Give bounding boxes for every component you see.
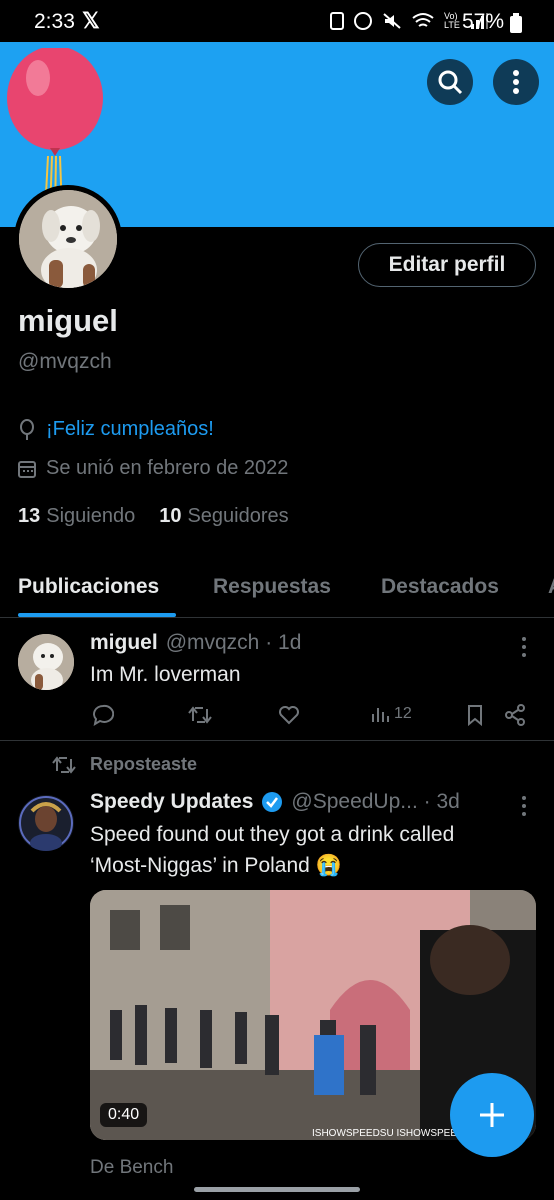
speedy-avatar-image [19, 796, 73, 851]
volte-icon: Vo) LTE [444, 11, 460, 30]
alarm-icon [354, 12, 372, 30]
post-header: miguel @mvqzch · 1d [90, 631, 301, 655]
crying-emoji-icon: 😭 [315, 854, 342, 877]
x-logo-icon: 𝕏 [82, 8, 100, 33]
wifi-icon [412, 13, 434, 27]
post-actions: 12 [90, 703, 530, 727]
followers-link[interactable]: 10 Seguidores [159, 505, 288, 528]
share-icon[interactable] [504, 704, 526, 726]
status-time: 2:33 [34, 10, 75, 33]
post2-text: Speed found out they got a drink called … [90, 819, 530, 881]
post2-author-handle: @SpeedUp... · 3d [291, 790, 460, 813]
more-options-button[interactable] [493, 59, 539, 105]
battery-percent: 57% [462, 10, 505, 33]
profile-tabs: Publicaciones Respuestas Destacados A [0, 565, 554, 618]
status-bar: 2:33 𝕏 Vo) LTE 57% [0, 0, 554, 42]
views-button[interactable]: 12 [370, 704, 412, 724]
post2-text-line1: Speed found out they got a drink called [90, 823, 455, 846]
dog-avatar-image [19, 190, 117, 288]
followers-label: Seguidores [187, 505, 289, 527]
compose-post-button[interactable] [450, 1073, 534, 1157]
more-vertical-icon [513, 70, 519, 94]
tab-respuestas[interactable]: Respuestas [213, 575, 331, 599]
post2-author-name[interactable]: Speedy Updates [90, 790, 253, 814]
video-watermark: ISHOWSPEEDSU ISHOWSPEED [312, 1128, 464, 1139]
search-button[interactable] [427, 59, 473, 105]
views-icon [372, 708, 389, 722]
repost-label: Reposteaste [90, 754, 198, 774]
post-divider [0, 740, 554, 741]
post2-more-icon[interactable] [520, 795, 528, 817]
like-icon[interactable] [278, 705, 300, 725]
post-text: Im Mr. loverman [90, 663, 241, 686]
post2-text-line2-words: ‘Most-Niggas’ in Poland [90, 854, 310, 877]
battery-icon [510, 13, 522, 33]
joined-row: Se unió en febrero de 2022 [18, 457, 288, 480]
post2-header: Speedy Updates @SpeedUp... · 3d [90, 790, 460, 814]
video-source: De Bench [90, 1157, 174, 1178]
joined-date: Se unió en febrero de 2022 [46, 457, 289, 479]
repost-small-icon [52, 755, 76, 774]
tab-destacados[interactable]: Destacados [381, 575, 499, 599]
profile-handle: @mvqzch [18, 350, 112, 373]
balloon-icon [20, 418, 34, 440]
verified-badge-icon [262, 792, 283, 812]
bookmark-icon[interactable] [466, 704, 484, 726]
dog-avatar-image [18, 634, 74, 690]
edit-profile-button[interactable]: Editar perfil [358, 243, 536, 287]
repost-icon[interactable] [188, 705, 212, 725]
following-count: 13 [18, 505, 41, 527]
tab-publicaciones[interactable]: Publicaciones [18, 575, 159, 599]
birthday-link[interactable]: ¡Feliz cumpleaños! [46, 418, 214, 441]
following-link[interactable]: 13 Siguiendo [18, 505, 135, 528]
reply-icon[interactable] [92, 704, 114, 726]
home-indicator[interactable] [194, 1187, 360, 1192]
following-label: Siguiendo [46, 505, 136, 527]
post-more-icon[interactable] [520, 636, 528, 658]
notification-icon [330, 12, 344, 30]
post-author-name[interactable]: miguel [90, 631, 158, 655]
views-count: 12 [394, 705, 412, 722]
active-tab-indicator [18, 613, 176, 617]
follow-stats: 13 Siguiendo 10 Seguidores [18, 505, 289, 528]
followers-count: 10 [159, 505, 182, 527]
video-duration: 0:40 [100, 1103, 148, 1127]
repost-indicator: Reposteaste [52, 754, 197, 775]
search-icon [438, 70, 463, 95]
tab-more[interactable]: A [548, 575, 554, 599]
speedy-avatar[interactable] [18, 795, 74, 851]
plus-icon [480, 1103, 504, 1127]
post2-text-line2: ‘Most-Niggas’ in Poland 😭 [90, 850, 530, 881]
mute-icon [383, 13, 401, 29]
post-author-handle: @mvqzch · 1d [165, 631, 302, 654]
profile-avatar[interactable] [14, 185, 122, 293]
birthday-row: ¡Feliz cumpleaños! [18, 418, 214, 441]
calendar-icon [18, 460, 36, 478]
post-avatar[interactable] [18, 634, 74, 690]
profile-name: miguel [18, 303, 118, 338]
